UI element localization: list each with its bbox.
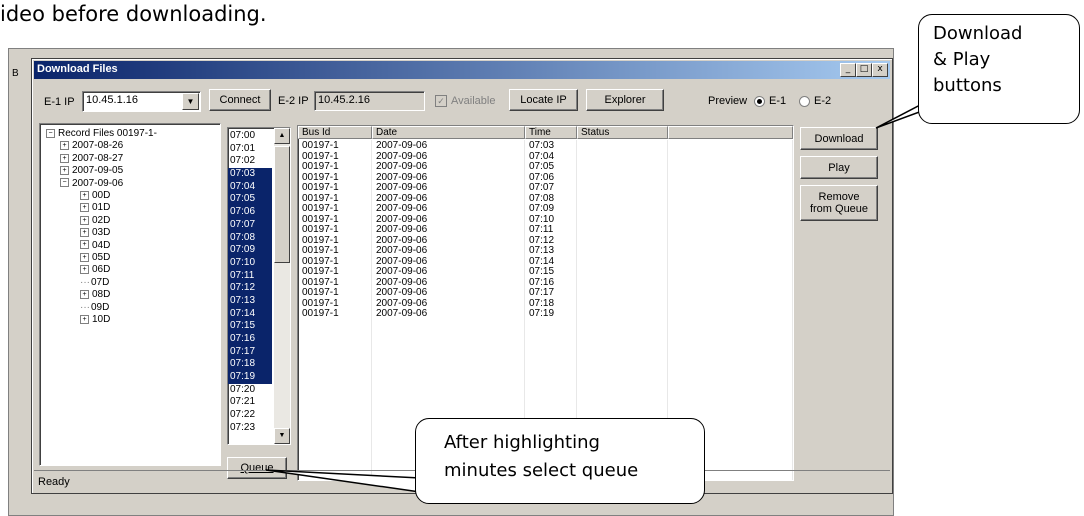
callout-bottom-pointer (265, 469, 421, 493)
callout-bottom-line-1: After highlighting (444, 432, 600, 453)
callout-top-line-3: buttons (933, 75, 1002, 96)
callout-top-line-2: & Play (933, 49, 991, 70)
download-play-callout: Download & Play buttons (918, 14, 1080, 124)
queue-callout: After highlighting minutes select queue (415, 418, 705, 504)
callout-top-line-1: Download (933, 23, 1023, 44)
callout-bottom-line-2: minutes select queue (444, 460, 639, 481)
